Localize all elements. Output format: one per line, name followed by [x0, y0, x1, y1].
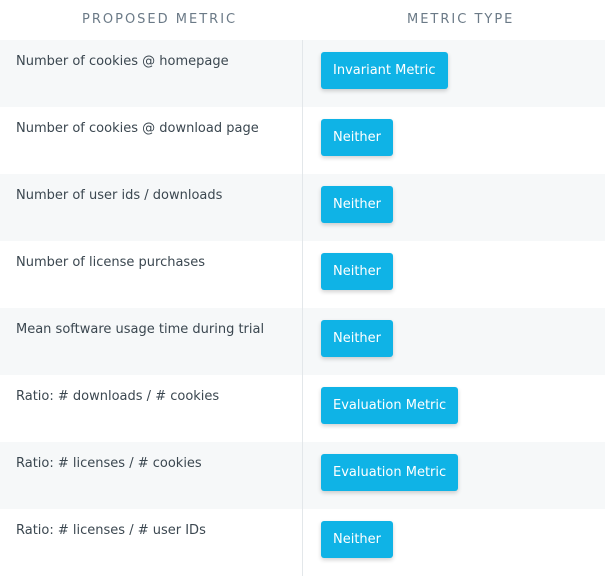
table-header: PROPOSED METRIC METRIC TYPE: [0, 0, 605, 40]
metric-type-button[interactable]: Neither: [321, 119, 394, 156]
column-divider: [302, 40, 303, 576]
metric-name: Ratio: # downloads / # cookies: [16, 389, 220, 404]
header-proposed-metric: PROPOSED METRIC: [82, 12, 238, 27]
metric-type-button[interactable]: Neither: [321, 253, 394, 290]
metric-name: Ratio: # licenses / # user IDs: [16, 523, 206, 538]
metric-type-button[interactable]: Neither: [321, 521, 394, 558]
header-metric-type: METRIC TYPE: [407, 12, 515, 27]
metric-type-button[interactable]: Neither: [321, 186, 394, 223]
metric-type-button[interactable]: Evaluation Metric: [321, 387, 459, 424]
metric-type-button[interactable]: Invariant Metric: [321, 52, 448, 89]
metric-type-button[interactable]: Neither: [321, 320, 394, 357]
metric-type-button[interactable]: Evaluation Metric: [321, 454, 459, 491]
metric-name: Ratio: # licenses / # cookies: [16, 456, 202, 471]
metric-name: Number of cookies @ download page: [16, 121, 259, 136]
metrics-table: PROPOSED METRIC METRIC TYPE Number of co…: [0, 0, 605, 576]
metric-name: Number of cookies @ homepage: [16, 54, 229, 69]
metric-name: Number of user ids / downloads: [16, 188, 223, 203]
metric-name: Mean software usage time during trial: [16, 322, 265, 337]
metric-name: Number of license purchases: [16, 255, 205, 270]
